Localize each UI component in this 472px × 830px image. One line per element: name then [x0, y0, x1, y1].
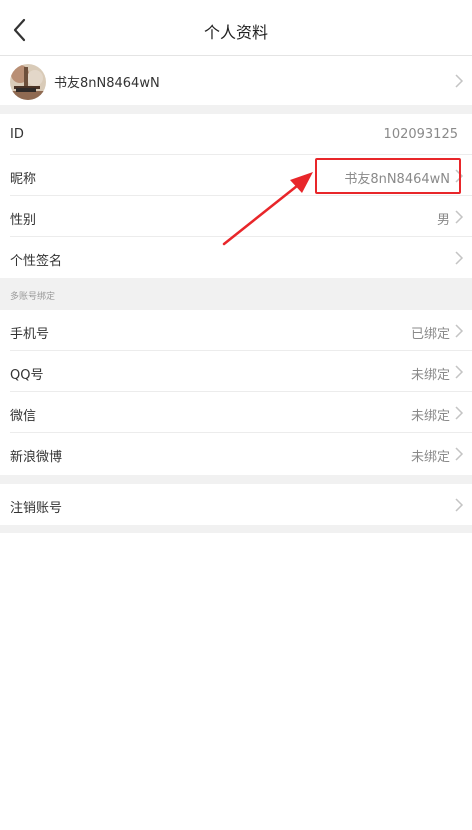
weibo-row[interactable]: 新浪微博 未绑定 — [0, 433, 472, 475]
qq-label: QQ号 — [10, 368, 44, 383]
chevron-right-icon — [455, 406, 464, 420]
chevron-right-icon — [455, 324, 464, 338]
phone-status: 已绑定 — [410, 327, 450, 342]
accounts-section-title: 多账号绑定 — [10, 292, 56, 302]
cancel-account-row[interactable]: 注销账号 — [0, 484, 472, 525]
profile-name: 书友8nN8464wN — [54, 76, 160, 91]
avatar[interactable] — [10, 64, 46, 100]
phone-row[interactable]: 手机号 已绑定 — [0, 310, 472, 351]
chevron-right-icon — [455, 74, 464, 88]
section-gap — [0, 525, 472, 533]
profile-row[interactable]: 书友8nN8464wN — [0, 57, 472, 105]
chevron-right-icon — [455, 365, 464, 379]
section-gap — [0, 105, 472, 114]
chevron-right-icon — [455, 498, 464, 512]
signature-row[interactable]: 个性签名 — [0, 237, 472, 278]
weibo-status: 未绑定 — [410, 450, 450, 465]
cancel-account-label: 注销账号 — [10, 501, 63, 516]
gender-label: 性别 — [10, 213, 37, 228]
weibo-label: 新浪微博 — [10, 450, 63, 465]
top-bar: 个人资料 — [0, 0, 472, 56]
id-label: ID — [10, 127, 24, 142]
wechat-label: 微信 — [10, 409, 37, 424]
nickname-label: 昵称 — [10, 172, 37, 187]
accounts-section-header: 多账号绑定 — [0, 278, 472, 310]
qq-status: 未绑定 — [410, 368, 450, 383]
phone-label: 手机号 — [10, 327, 50, 342]
chevron-right-icon — [455, 251, 464, 265]
chevron-right-icon — [455, 210, 464, 224]
id-row[interactable]: ID 102093125 — [0, 114, 472, 155]
wechat-row[interactable]: 微信 未绑定 — [0, 392, 472, 433]
chevron-right-icon — [455, 447, 464, 461]
annotation-highlight-box — [315, 158, 461, 194]
section-gap — [0, 475, 472, 484]
signature-label: 个性签名 — [10, 254, 63, 269]
wechat-status: 未绑定 — [410, 409, 450, 424]
gender-value: 男 — [436, 213, 450, 228]
qq-row[interactable]: QQ号 未绑定 — [0, 351, 472, 392]
page-title: 个人资料 — [203, 23, 268, 42]
gender-row[interactable]: 性别 男 — [0, 196, 472, 237]
avatar-image — [10, 64, 46, 100]
id-value: 102093125 — [383, 127, 458, 142]
